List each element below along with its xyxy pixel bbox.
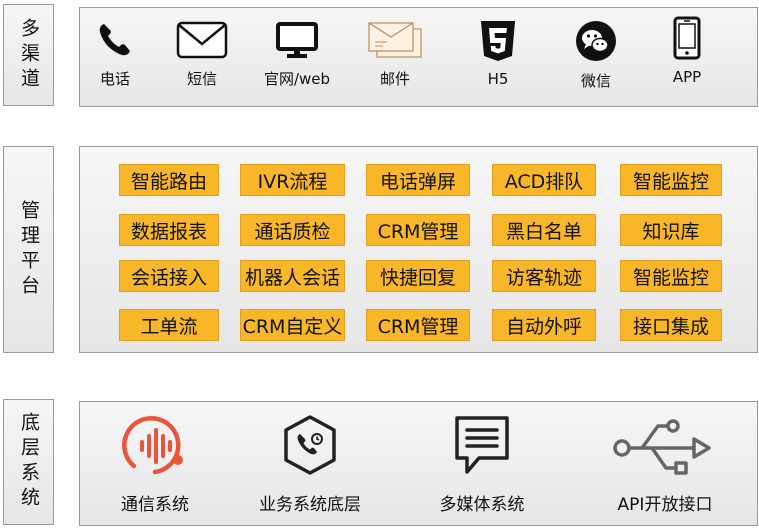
wechat-icon bbox=[576, 21, 616, 61]
module-tag[interactable]: 会话接入 bbox=[119, 260, 219, 292]
module-tag[interactable]: 机器人会话 bbox=[240, 260, 345, 292]
module-tag[interactable]: 自动外呼 bbox=[492, 309, 596, 341]
usb-icon bbox=[613, 419, 711, 475]
module-label: 黑白名单 bbox=[505, 220, 582, 243]
platform-panel: 智能路由 IVR流程 电话弹屏 ACD排队 智能监控 数据报表 通话质检 CRM… bbox=[79, 146, 758, 353]
module-label: CRM管理 bbox=[377, 220, 459, 243]
system-api[interactable]: API开放接口 bbox=[590, 412, 740, 515]
module-tag[interactable]: CRM管理 bbox=[366, 214, 470, 246]
voice-wave-icon bbox=[122, 416, 183, 475]
module-tag[interactable]: 接口集成 bbox=[620, 309, 722, 341]
channel-phone[interactable]: 电话 bbox=[70, 20, 160, 89]
system-label: 多媒体系统 bbox=[439, 495, 525, 515]
platform-side-label: 管理平台 bbox=[3, 146, 54, 353]
channel-label: APP bbox=[672, 68, 702, 86]
phone-icon bbox=[99, 24, 130, 56]
base-title: 底层系统 bbox=[18, 412, 40, 512]
module-tag[interactable]: ACD排队 bbox=[492, 164, 596, 196]
system-label: 业务系统底层 bbox=[259, 495, 361, 515]
module-tag[interactable]: CRM自定义 bbox=[240, 309, 345, 341]
base-side-label: 底层系统 bbox=[3, 399, 54, 525]
module-tag[interactable]: 黑白名单 bbox=[492, 214, 596, 246]
module-tag[interactable]: 智能监控 bbox=[620, 164, 722, 196]
module-label: 通话质检 bbox=[254, 220, 331, 243]
channel-email[interactable]: 邮件 bbox=[350, 20, 440, 89]
mail-icon bbox=[368, 22, 422, 58]
module-tag[interactable]: 智能路由 bbox=[119, 164, 219, 196]
system-communication[interactable]: 通信系统 bbox=[80, 412, 230, 515]
module-label: CRM自定义 bbox=[242, 315, 343, 338]
chat-bubble-icon bbox=[455, 416, 509, 474]
channel-h5[interactable]: H5 bbox=[453, 20, 543, 88]
html5-icon bbox=[481, 21, 515, 61]
channel-label: 电话 bbox=[99, 70, 130, 88]
module-label: 知识库 bbox=[642, 220, 700, 243]
monitor-icon bbox=[276, 22, 318, 58]
module-label: 智能监控 bbox=[632, 266, 709, 289]
base-panel: 通信系统 业务系统底层 多媒体系统 API开放接口 bbox=[79, 401, 758, 526]
module-label: CRM管理 bbox=[377, 315, 459, 338]
channel-label: 官网/web bbox=[263, 70, 331, 88]
module-label: 自动外呼 bbox=[505, 315, 582, 338]
module-label: IVR流程 bbox=[257, 170, 328, 193]
hexagon-phone-icon bbox=[284, 415, 336, 475]
module-label: 电话弹屏 bbox=[379, 170, 456, 193]
module-tag[interactable]: 数据报表 bbox=[119, 214, 219, 246]
channel-label: H5 bbox=[487, 70, 509, 88]
system-label: API开放接口 bbox=[617, 495, 713, 515]
module-tag[interactable]: CRM管理 bbox=[366, 309, 470, 341]
channels-panel: 电话 短信 官网/web 邮件 H5 微信 APP bbox=[79, 7, 758, 107]
module-tag[interactable]: 通话质检 bbox=[240, 214, 345, 246]
module-tag[interactable]: 知识库 bbox=[620, 214, 722, 246]
module-label: 机器人会话 bbox=[244, 266, 340, 289]
module-tag[interactable]: 工单流 bbox=[119, 309, 219, 341]
module-label: 接口集成 bbox=[632, 315, 709, 338]
system-label: 通信系统 bbox=[121, 495, 189, 515]
module-tag[interactable]: 访客轨迹 bbox=[492, 260, 596, 292]
module-label: 快捷回复 bbox=[379, 266, 456, 289]
system-business[interactable]: 业务系统底层 bbox=[235, 412, 385, 515]
channel-label: 邮件 bbox=[379, 70, 410, 88]
module-label: ACD排队 bbox=[504, 170, 584, 193]
module-tag[interactable]: 电话弹屏 bbox=[366, 164, 470, 196]
module-label: 工单流 bbox=[140, 315, 198, 338]
module-label: 数据报表 bbox=[130, 220, 207, 243]
channel-wechat[interactable]: 微信 bbox=[551, 20, 641, 91]
envelope-icon bbox=[176, 21, 228, 59]
channel-sms[interactable]: 短信 bbox=[157, 20, 247, 89]
module-label: 智能监控 bbox=[632, 170, 709, 193]
channel-web[interactable]: 官网/web bbox=[252, 20, 342, 89]
module-tag[interactable]: IVR流程 bbox=[240, 164, 345, 196]
module-tag[interactable]: 快捷回复 bbox=[366, 260, 470, 292]
channels-title: 多渠道 bbox=[18, 17, 40, 93]
platform-title: 管理平台 bbox=[18, 199, 40, 300]
module-label: 会话接入 bbox=[130, 266, 207, 289]
system-multimedia[interactable]: 多媒体系统 bbox=[407, 412, 557, 515]
channel-label: 短信 bbox=[186, 70, 217, 88]
channel-app[interactable]: APP bbox=[642, 16, 732, 86]
channels-side-label: 多渠道 bbox=[3, 4, 54, 106]
smartphone-icon bbox=[673, 16, 701, 60]
module-label: 访客轨迹 bbox=[505, 266, 582, 289]
module-tag[interactable]: 智能监控 bbox=[620, 260, 722, 292]
module-label: 智能路由 bbox=[130, 170, 207, 193]
channel-label: 微信 bbox=[580, 72, 611, 90]
